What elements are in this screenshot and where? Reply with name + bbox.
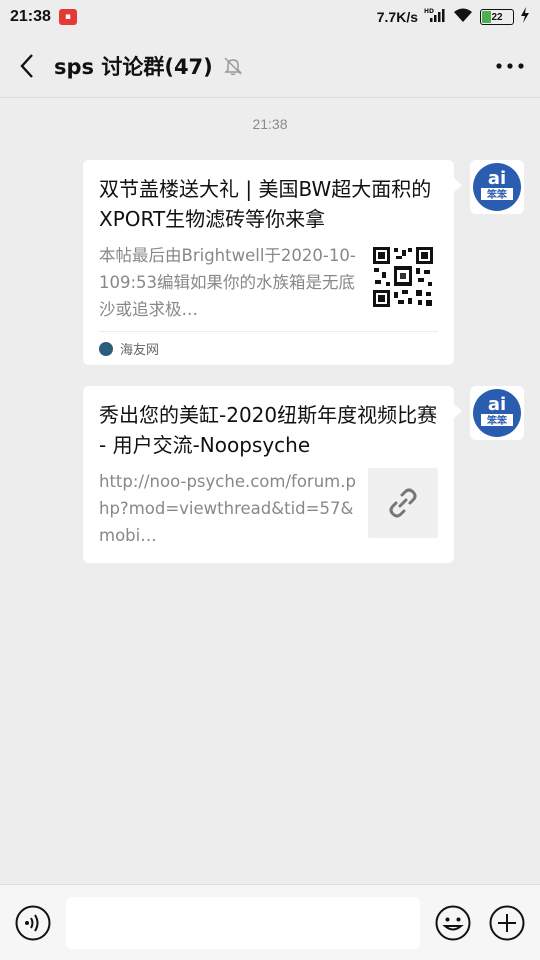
avatar[interactable]: ai 笨笨 [470, 386, 524, 440]
svg-text:ai: ai [488, 168, 506, 189]
status-right: 7.7K/s HD 22 [377, 7, 530, 27]
input-bar [0, 884, 540, 960]
hd-signal-icon: HD [424, 7, 446, 27]
card-title: 秀出您的美缸-2020纽斯年度视频比赛 - 用户交流-Noopsyche [99, 403, 438, 457]
battery-level: 22 [491, 11, 503, 23]
link-card[interactable]: 秀出您的美缸-2020纽斯年度视频比赛 - 用户交流-Noopsyche htt… [83, 386, 462, 563]
voice-icon [15, 905, 51, 940]
notification-icon: ▪ [58, 9, 77, 25]
card-source: 海友网 [99, 331, 438, 365]
network-speed: 7.7K/s [376, 9, 418, 25]
mute-bell-icon [223, 56, 243, 76]
voice-button[interactable] [14, 904, 52, 942]
card-description: 本帖最后由Brightwell于2020-10-109:53编辑如果你的水族箱是… [99, 246, 356, 319]
message-input[interactable] [66, 896, 420, 949]
battery-icon: 22 [480, 9, 514, 25]
more-button[interactable] [480, 34, 540, 98]
card-body: http://noo-psyche.com/forum.php?mod=view… [99, 468, 438, 549]
svg-text:笨笨: 笨笨 [487, 414, 508, 427]
charging-icon [520, 7, 530, 27]
svg-text:笨笨: 笨笨 [487, 188, 508, 201]
chat-timestamp: 21:38 [252, 116, 288, 132]
message-item: 双节盖楼送大礼 | 美国BW超大面积的XPORT生物滤砖等你来拿 本帖最后由Br… [83, 160, 524, 365]
status-bar: 21:38 ▪ 7.7K/s HD 22 [0, 0, 540, 34]
svg-text:HD: HD [424, 8, 434, 15]
source-name: 海友网 [120, 343, 160, 358]
qr-code-thumbnail [368, 242, 438, 312]
chat-title: sps 讨论群(47) [54, 54, 213, 79]
plus-icon [489, 905, 525, 940]
svg-text:ai: ai [488, 394, 506, 415]
card-description: http://noo-psyche.com/forum.php?mod=view… [99, 472, 356, 545]
message-item: 秀出您的美缸-2020纽斯年度视频比赛 - 用户交流-Noopsyche htt… [83, 386, 524, 563]
card-body: 本帖最后由Brightwell于2020-10-109:53编辑如果你的水族箱是… [99, 242, 438, 323]
back-button[interactable] [0, 34, 54, 98]
source-logo-icon [99, 341, 113, 356]
plus-button[interactable] [488, 904, 526, 942]
link-thumbnail [368, 468, 438, 538]
link-icon [389, 488, 417, 518]
status-time: 21:38 [10, 8, 51, 25]
chat-header: sps 讨论群(47) [0, 34, 540, 98]
back-icon [20, 53, 33, 78]
emoji-icon [435, 905, 471, 940]
emoji-button[interactable] [434, 904, 472, 942]
card-title: 双节盖楼送大礼 | 美国BW超大面积的XPORT生物滤砖等你来拿 [99, 177, 432, 231]
more-icon [496, 62, 524, 69]
link-card[interactable]: 双节盖楼送大礼 | 美国BW超大面积的XPORT生物滤砖等你来拿 本帖最后由Br… [83, 160, 462, 365]
wifi-icon [452, 7, 474, 27]
avatar[interactable]: ai 笨笨 [470, 160, 524, 214]
